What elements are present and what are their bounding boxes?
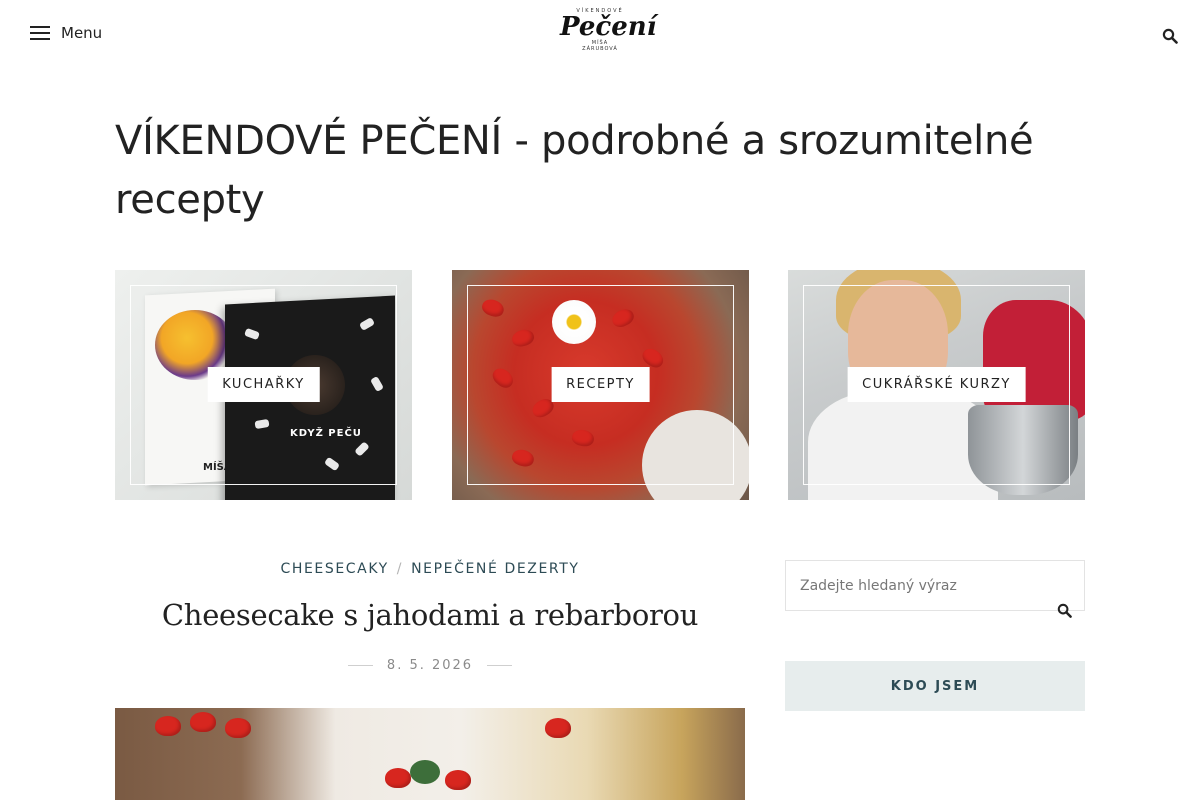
post-categories: CHEESECAKY / NEPEČENÉ DEZERTY	[115, 561, 745, 577]
date-divider-right	[487, 665, 513, 666]
category-tiles: MÍŠA KDYŽ PEČU KUCHAŘKY RECEPTY CUKRÁŘSK…	[115, 270, 1085, 500]
menu-label: Menu	[61, 24, 103, 42]
tile-recipes[interactable]: RECEPTY	[452, 270, 749, 500]
post-date: 8. 5. 2026	[386, 658, 474, 673]
strawberry-decoration	[545, 718, 571, 738]
search-icon[interactable]	[1162, 28, 1178, 44]
strawberry-decoration	[385, 768, 411, 788]
logo-sub-text-2: ZÁRUBOVÁ	[582, 46, 618, 52]
page-title: VÍKENDOVÉ PEČENÍ - podrobné a srozumitel…	[115, 118, 1034, 223]
logo-main-text: Pečení	[560, 12, 657, 42]
mint-leaf-decoration	[410, 760, 440, 784]
search-icon[interactable]	[1057, 603, 1072, 618]
category-link-no-bake-desserts[interactable]: NEPEČENÉ DEZERTY	[411, 561, 579, 577]
site-header: Menu VÍKENDOVÉ Pečení MÍŠA ZÁRUBOVÁ	[0, 0, 1200, 72]
sidebar-search-form	[785, 560, 1085, 618]
date-divider-left	[347, 665, 373, 666]
site-logo[interactable]: VÍKENDOVÉ Pečení MÍŠA ZÁRUBOVÁ	[560, 6, 657, 66]
category-separator: /	[396, 561, 404, 577]
search-input[interactable]	[786, 561, 1036, 610]
hamburger-icon	[30, 26, 50, 40]
tile-cookbooks[interactable]: MÍŠA KDYŽ PEČU KUCHAŘKY	[115, 270, 412, 500]
menu-toggle-button[interactable]: Menu	[30, 24, 102, 42]
tile-label-baking-courses[interactable]: CUKRÁŘSKÉ KURZY	[847, 367, 1026, 402]
category-link-cheesecakes[interactable]: CHEESECAKY	[280, 561, 388, 577]
post-featured-image[interactable]	[115, 708, 745, 800]
strawberry-decoration	[225, 718, 251, 738]
tile-label-recipes[interactable]: RECEPTY	[551, 367, 650, 402]
tile-baking-courses[interactable]: CUKRÁŘSKÉ KURZY	[788, 270, 1085, 500]
about-me-button[interactable]: KDO JSEM	[785, 661, 1085, 711]
post-date-row: 8. 5. 2026	[115, 658, 745, 673]
strawberry-decoration	[445, 770, 471, 790]
tile-label-cookbooks[interactable]: KUCHAŘKY	[207, 367, 320, 402]
strawberry-decoration	[190, 712, 216, 732]
post-title[interactable]: Cheesecake s jahodami a rebarborou	[115, 598, 745, 632]
strawberry-decoration	[155, 716, 181, 736]
